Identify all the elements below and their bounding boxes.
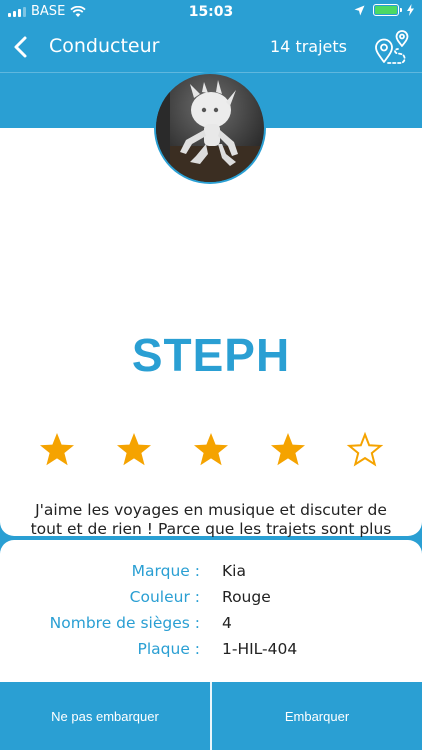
avatar-photo [156, 74, 264, 182]
spec-label: Marque : [131, 562, 200, 580]
page-title: Conducteur [49, 35, 160, 57]
map-route-icon [375, 30, 409, 64]
spec-value: 1-HIL-404 [222, 640, 298, 658]
star-icon [117, 433, 151, 466]
status-right [354, 4, 414, 16]
star-icon [40, 433, 74, 466]
spec-row-color: Couleur : Rouge [0, 588, 422, 612]
back-chevron-icon [14, 36, 27, 58]
spec-label: Plaque : [137, 640, 201, 658]
spec-label: Nombre de sièges : [49, 614, 200, 632]
charging-bolt-icon [407, 4, 414, 16]
spec-row-plate: Plaque : 1-HIL-404 [0, 640, 422, 664]
spec-value: 4 [222, 614, 232, 632]
star-icon [271, 433, 305, 466]
decline-button[interactable]: Ne pas embarquer [0, 682, 210, 750]
driver-card: STEPH J'aime les voyages en musique et d… [0, 128, 422, 557]
trips-count: 14 trajets [270, 37, 347, 56]
embark-button[interactable]: Embarquer [212, 682, 422, 750]
driver-name: STEPH [131, 329, 291, 381]
star-icon [194, 433, 228, 466]
avatar[interactable] [154, 72, 266, 184]
spec-value: Rouge [222, 588, 271, 606]
spec-row-seats: Nombre de sièges : 4 [0, 614, 422, 638]
status-bar: BASE 15:03 [0, 0, 422, 24]
location-arrow-icon [354, 5, 365, 15]
spec-value: Kia [222, 562, 246, 580]
nav-bar: Conducteur 14 trajets [0, 24, 422, 70]
back-button[interactable] [6, 32, 36, 62]
spec-label: Couleur : [129, 588, 200, 606]
map-route-button[interactable] [372, 28, 414, 68]
rating-stars [38, 431, 384, 471]
spec-row-brand: Marque : Kia [0, 562, 422, 586]
action-bar: Ne pas embarquer Embarquer [0, 682, 422, 750]
battery-icon [373, 4, 402, 16]
star-outline-icon [346, 431, 384, 467]
